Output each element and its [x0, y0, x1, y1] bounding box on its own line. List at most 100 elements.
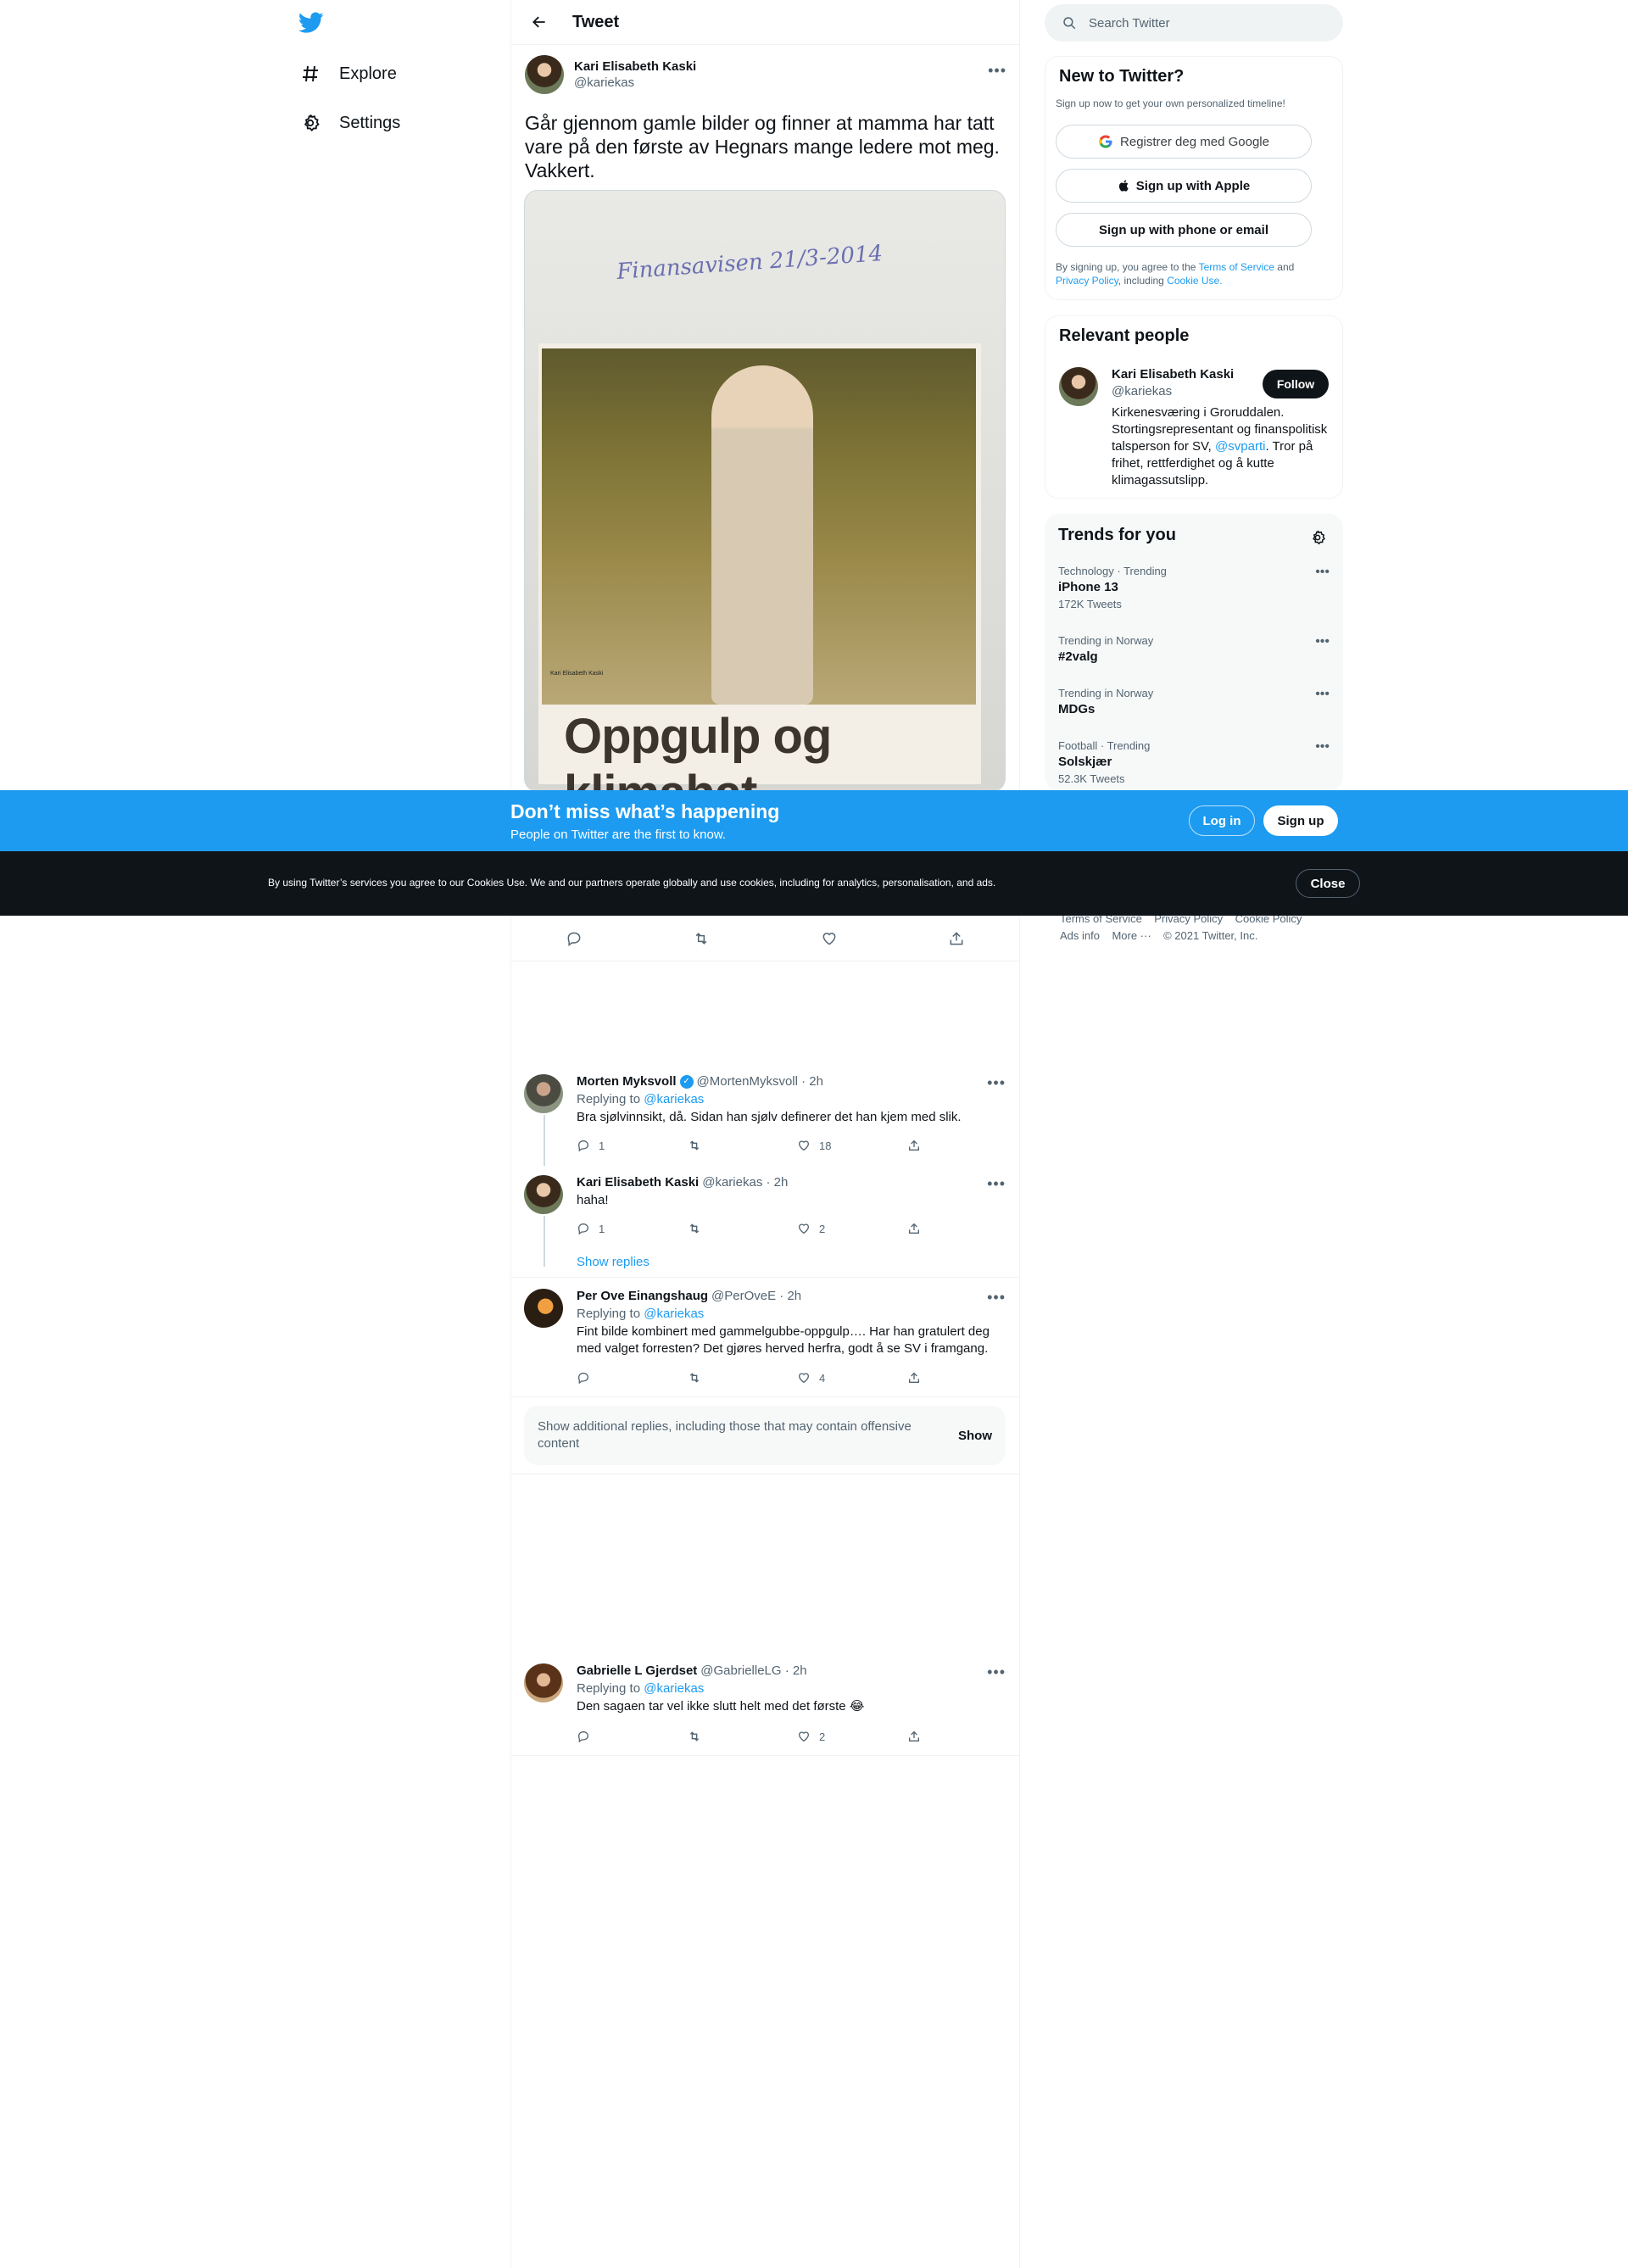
footer-ads-link[interactable]: Ads info — [1060, 929, 1100, 942]
like-count: 2 — [819, 1730, 826, 1743]
tweet-photo[interactable]: Finansavisen 21/3-2014 Kari Elisabeth Ka… — [524, 190, 1006, 792]
like-button[interactable]: 4 — [797, 1371, 839, 1385]
nav-item-label: Explore — [339, 64, 397, 83]
like-icon — [798, 1140, 810, 1151]
reply-actions: 4 — [577, 1371, 950, 1385]
avatar[interactable] — [525, 55, 564, 94]
apple-signup-button[interactable]: Sign up with Apple — [1056, 169, 1312, 203]
show-replies-link[interactable]: Show replies — [577, 1255, 650, 1269]
reply-button[interactable]: 1 — [577, 1139, 619, 1152]
show-button[interactable]: Show — [958, 1429, 992, 1443]
avatar[interactable] — [524, 1289, 563, 1328]
trends-card: Trends for you Technology · Trending iPh… — [1045, 514, 1343, 790]
cookie-use-link[interactable]: Cookie Use. — [1167, 275, 1222, 287]
author-handle[interactable]: @kariekas — [574, 75, 696, 90]
reply-icon[interactable] — [561, 926, 587, 951]
follow-button[interactable]: Follow — [1263, 370, 1329, 398]
more-options-icon[interactable]: ••• — [987, 1663, 1006, 1681]
bio-mention-link[interactable]: @svparti — [1215, 439, 1265, 454]
terms-prefix: By signing up, you agree to the — [1056, 261, 1196, 273]
like-button[interactable]: 2 — [797, 1730, 839, 1743]
more-options-icon[interactable]: ••• — [1315, 687, 1330, 702]
reply-handle-time[interactable]: @kariekas · 2h — [702, 1175, 788, 1190]
footer-more-link[interactable]: More ··· — [1112, 929, 1151, 942]
login-button[interactable]: Log in — [1189, 805, 1255, 836]
like-button[interactable]: 2 — [797, 1222, 839, 1235]
more-options-icon[interactable]: ••• — [988, 62, 1006, 80]
retweet-button[interactable] — [687, 1730, 729, 1743]
google-signup-button[interactable]: Registrer deg med Google — [1056, 125, 1312, 159]
relevant-people-card: Relevant people Kari Elisabeth Kaski @ka… — [1045, 315, 1343, 499]
relevant-person-handle[interactable]: @kariekas — [1112, 384, 1172, 398]
privacy-link[interactable]: Privacy Policy — [1056, 275, 1118, 287]
share-icon[interactable] — [944, 926, 969, 951]
relevant-person-name[interactable]: Kari Elisabeth Kaski — [1112, 367, 1234, 382]
avatar[interactable] — [1059, 367, 1098, 406]
share-button[interactable] — [907, 1730, 950, 1743]
terms-link[interactable]: Terms of Service — [1199, 261, 1274, 273]
retweet-button[interactable] — [687, 1139, 729, 1152]
more-options-icon[interactable]: ••• — [987, 1175, 1006, 1193]
new-to-twitter-subtitle: Sign up now to get your own personalized… — [1056, 98, 1285, 109]
reply-handle-time[interactable]: @GabrielleLG · 2h — [700, 1663, 806, 1678]
like-count: 4 — [819, 1371, 826, 1385]
trend-item[interactable]: Trending in Norway #2valg ••• — [1058, 634, 1330, 664]
twitter-logo-icon[interactable] — [298, 12, 324, 34]
share-button[interactable] — [907, 1139, 950, 1152]
share-icon — [909, 1372, 919, 1383]
reply-text: haha! — [577, 1193, 609, 1207]
relevant-people-title: Relevant people — [1059, 326, 1190, 345]
gear-icon — [298, 111, 322, 135]
avatar[interactable] — [524, 1663, 563, 1702]
reply-author-name[interactable]: Gabrielle L Gjerdset — [577, 1663, 697, 1678]
reply-button[interactable] — [577, 1371, 619, 1385]
share-button[interactable] — [907, 1222, 950, 1235]
trend-meta: Football · Trending — [1058, 739, 1151, 752]
reply-handle-time[interactable]: @PerOveE · 2h — [711, 1289, 801, 1303]
reply-author-name[interactable]: Morten Myksvoll — [577, 1074, 677, 1089]
reply-author-name[interactable]: Kari Elisabeth Kaski — [577, 1175, 699, 1190]
replying-to-link[interactable]: @kariekas — [644, 1307, 704, 1321]
replying-to-label: Replying to — [577, 1092, 641, 1106]
search-input[interactable]: Search Twitter — [1045, 4, 1343, 42]
hashtag-icon — [298, 62, 322, 86]
reply-actions: 1 2 — [577, 1222, 950, 1235]
trend-item[interactable]: Trending in Norway MDGs ••• — [1058, 687, 1330, 716]
close-button[interactable]: Close — [1296, 869, 1360, 898]
phone-email-signup-button[interactable]: Sign up with phone or email — [1056, 213, 1312, 247]
more-options-icon[interactable]: ••• — [1315, 634, 1330, 649]
reply-button[interactable] — [577, 1730, 619, 1743]
share-button[interactable] — [907, 1371, 950, 1385]
reply-button[interactable]: 1 — [577, 1222, 619, 1235]
back-arrow-icon[interactable] — [525, 8, 554, 36]
main-tweet-actions — [510, 916, 1020, 961]
author-name[interactable]: Kari Elisabeth Kaski — [574, 59, 696, 74]
retweet-button[interactable] — [687, 1371, 729, 1385]
trend-name: iPhone 13 — [1058, 580, 1118, 594]
trend-item[interactable]: Technology · Trending iPhone 13 172K Twe… — [1058, 565, 1330, 610]
trend-name: MDGs — [1058, 702, 1096, 716]
more-options-icon[interactable]: ••• — [1315, 739, 1330, 755]
signup-button[interactable]: Sign up — [1263, 805, 1338, 836]
google-icon — [1099, 135, 1112, 148]
avatar[interactable] — [524, 1074, 563, 1113]
reply-author-name[interactable]: Per Ove Einangshaug — [577, 1289, 708, 1303]
like-icon[interactable] — [817, 926, 842, 951]
trend-meta: Trending in Norway — [1058, 634, 1154, 647]
more-options-icon[interactable]: ••• — [987, 1074, 1006, 1092]
nav-item-explore[interactable]: Explore — [298, 55, 397, 92]
trend-item[interactable]: Football · Trending Solskjær 52.3K Tweet… — [1058, 739, 1330, 785]
retweet-icon[interactable] — [689, 926, 714, 951]
divider — [510, 1755, 1020, 1756]
replying-to-link[interactable]: @kariekas — [644, 1681, 704, 1696]
new-to-twitter-title: New to Twitter? — [1059, 67, 1185, 86]
like-button[interactable]: 18 — [797, 1139, 839, 1152]
retweet-button[interactable] — [687, 1222, 729, 1235]
avatar[interactable] — [524, 1175, 563, 1214]
replying-to-link[interactable]: @kariekas — [644, 1092, 704, 1106]
trend-name: #2valg — [1058, 649, 1098, 664]
nav-item-settings[interactable]: Settings — [298, 104, 400, 142]
more-options-icon[interactable]: ••• — [1315, 565, 1330, 580]
more-options-icon[interactable]: ••• — [987, 1289, 1006, 1307]
reply-handle-time[interactable]: @MortenMyksvoll · 2h — [697, 1074, 823, 1089]
